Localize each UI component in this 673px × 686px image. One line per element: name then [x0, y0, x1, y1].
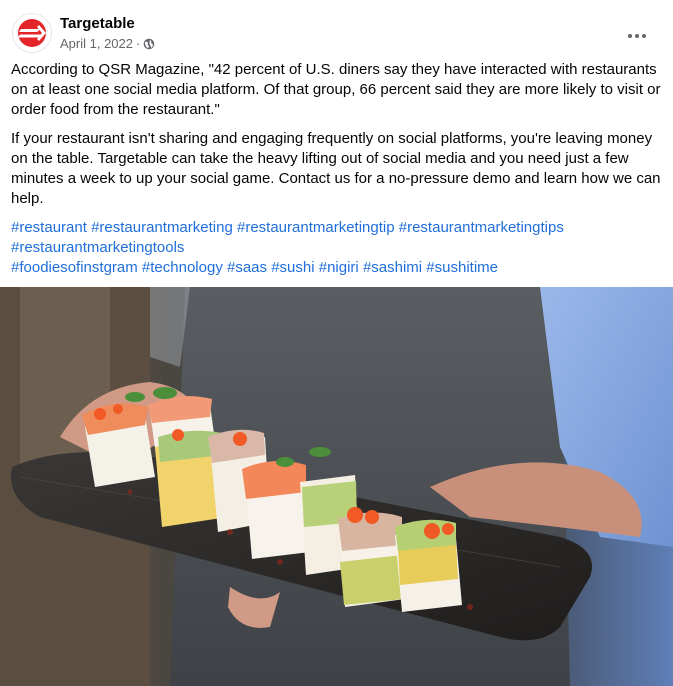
hashtag-link[interactable]: #restaurantmarketing [91, 219, 233, 236]
hashtag-link[interactable]: #sushitime [426, 259, 498, 276]
hashtag-link[interactable]: #saas [227, 259, 267, 276]
globe-icon[interactable] [143, 38, 155, 50]
hashtag-link[interactable]: #sashimi [363, 259, 422, 276]
hashtag-link[interactable]: #technology [142, 259, 223, 276]
hashtag-link[interactable]: #restaurant [11, 219, 87, 236]
hashtag-line: #foodiesofinstgram #technology #saas #su… [11, 258, 663, 278]
more-options-button[interactable] [619, 16, 655, 52]
post-header: Targetable April 1, 2022 · [12, 12, 661, 54]
hashtag-line: #restaurantmarketingtools [11, 238, 663, 258]
hashtag-link[interactable]: #restaurantmarketingtips [399, 219, 564, 236]
hashtag-link[interactable]: #restaurantmarketingtools [11, 239, 184, 256]
post-paragraph: If your restaurant isn't sharing and eng… [11, 130, 661, 207]
post-body: According to QSR Magazine, "42 percent o… [11, 60, 663, 278]
hashtags: #restaurant #restaurantmarketing #restau… [11, 218, 663, 278]
hashtag-link[interactable]: #sushi [271, 259, 314, 276]
post-card: Targetable April 1, 2022 · According to … [0, 0, 673, 686]
more-options-icon [627, 25, 648, 43]
hashtag-link[interactable]: #restaurantmarketingtip [237, 219, 395, 236]
author-name[interactable]: Targetable [60, 14, 155, 33]
sushi-platter-image [0, 287, 673, 686]
hashtag-line: #restaurant #restaurantmarketing #restau… [11, 218, 663, 238]
post-paragraph: According to QSR Magazine, "42 percent o… [11, 61, 661, 118]
post-photo[interactable] [0, 287, 673, 686]
hashtag-link[interactable]: #nigiri [319, 259, 359, 276]
post-date[interactable]: April 1, 2022 [60, 35, 133, 52]
meta-separator: · [136, 36, 141, 51]
hashtag-link[interactable]: #foodiesofinstgram [11, 259, 138, 276]
avatar[interactable] [12, 13, 52, 53]
targetable-logo-icon [18, 19, 46, 47]
